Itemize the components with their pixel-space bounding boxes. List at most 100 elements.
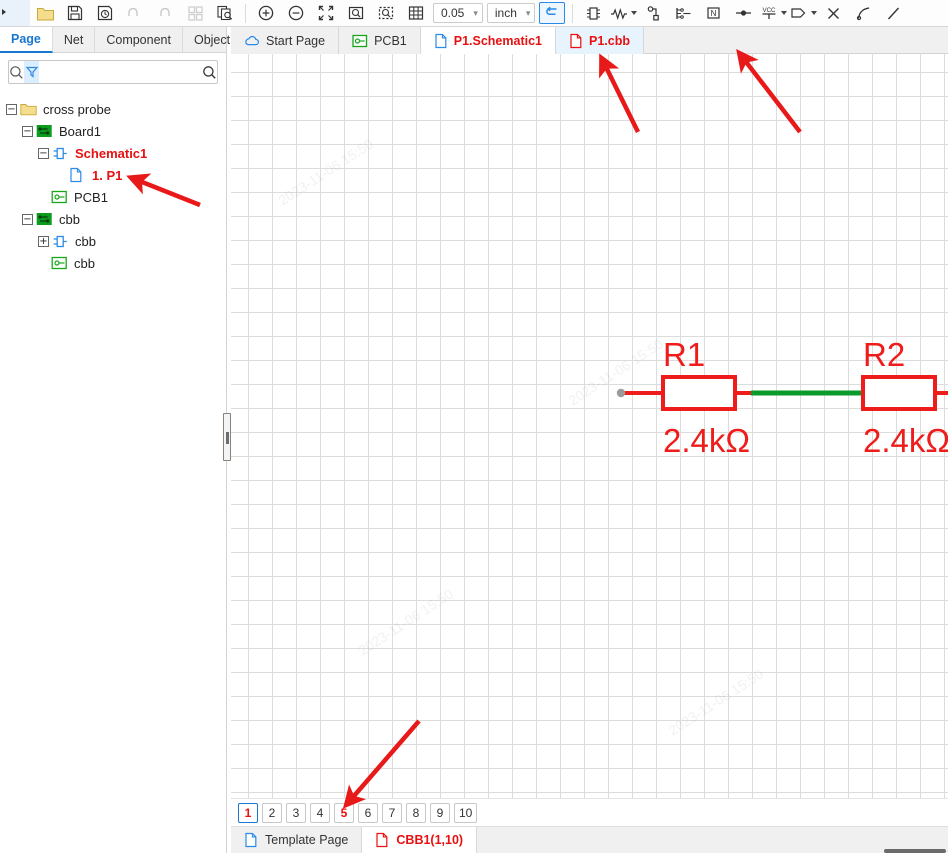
page-button-2[interactable]: 2	[262, 802, 282, 823]
search-bar	[8, 60, 218, 84]
route-mode-button[interactable]	[537, 0, 567, 26]
cbb-doc-icon	[570, 33, 582, 48]
pcb-icon	[352, 34, 368, 47]
place-power-button[interactable]: VCC	[758, 0, 788, 26]
page-button-7[interactable]: 7	[382, 802, 402, 823]
zoom-selection-icon	[348, 6, 364, 20]
curve-icon	[856, 6, 870, 20]
schematic-drawing: R1 2.4kΩ R2 2.4kΩ	[616, 336, 948, 459]
tree-expander-collapse[interactable]: −	[22, 213, 33, 225]
toolbar-separator	[245, 3, 246, 23]
tab-pcb1[interactable]: PCB1	[339, 27, 421, 54]
tab-label: Start Page	[266, 33, 326, 48]
tab-p1-schematic1[interactable]: P1.Schematic1	[420, 27, 556, 54]
bottom-tab-label: CBB1(1,10)	[396, 833, 464, 847]
page-button-10[interactable]: 10	[454, 802, 478, 823]
tree-item-label: 1. P1	[92, 167, 123, 183]
tab-label: P1.Schematic1	[453, 33, 542, 48]
panel-tab-label: Page	[11, 32, 41, 46]
bottom-tab-template-page[interactable]: Template Page	[231, 826, 363, 853]
save-as-button[interactable]	[90, 0, 120, 26]
tree-item-schematic1[interactable]: − Schematic1	[0, 142, 226, 164]
panel-tab-page[interactable]: Page	[0, 27, 53, 53]
search-icon-left[interactable]	[9, 61, 24, 83]
grid-squares-icon	[187, 5, 203, 21]
tree-item-label: cbb	[59, 211, 80, 227]
tree-item-pcb1[interactable]: PCB1	[0, 186, 226, 208]
place-component-button[interactable]	[578, 0, 608, 26]
place-no-connect-button[interactable]	[818, 0, 848, 26]
page-button-9[interactable]: 9	[430, 802, 450, 823]
schematic-doc-icon	[435, 33, 447, 48]
page-button-3[interactable]: 3	[286, 802, 306, 823]
page-button-8[interactable]: 8	[406, 802, 426, 823]
panel-layout-button[interactable]	[180, 0, 210, 26]
save-button[interactable]	[60, 0, 90, 26]
page-number-bar: 1 2 3 4 5 6 7 8 9 10	[231, 798, 948, 826]
search-input[interactable]	[39, 62, 202, 82]
route-back-icon	[546, 6, 557, 15]
search-submit-button[interactable]	[202, 61, 217, 83]
open-project-button[interactable]	[30, 0, 60, 26]
panel-splitter-handle[interactable]	[223, 413, 231, 461]
toolbar-overflow-caret[interactable]	[0, 0, 30, 26]
place-line-button[interactable]	[878, 0, 908, 26]
folder-icon	[36, 7, 54, 20]
tree-item-label: Board1	[59, 123, 101, 139]
tree-item-board1[interactable]: − Board1	[0, 120, 226, 142]
panel-tab-net[interactable]: Net	[53, 27, 96, 53]
find-similar-button[interactable]	[210, 0, 240, 26]
save-icon	[67, 5, 83, 21]
panel-tab-component[interactable]: Component	[95, 27, 183, 53]
place-junction-button[interactable]	[728, 0, 758, 26]
redo-button[interactable]	[150, 0, 180, 26]
place-bus-button[interactable]	[668, 0, 698, 26]
tree-expander-collapse[interactable]: −	[22, 125, 33, 137]
place-curve-button[interactable]	[848, 0, 878, 26]
unit-select[interactable]: inch ▾	[486, 3, 536, 23]
place-netlabel-button[interactable]: N	[698, 0, 728, 26]
page-icon-red	[376, 832, 388, 848]
filter-button[interactable]	[24, 61, 39, 83]
bottom-tab-label: Template Page	[265, 833, 349, 847]
filter-icon	[25, 66, 38, 78]
schematic-icon	[52, 233, 71, 249]
bottom-tab-bar: Template Page CBB1(1,10)	[231, 826, 948, 853]
tree-item-p1[interactable]: 1. P1	[0, 164, 226, 186]
grid-size-select[interactable]: 0.05 ▾	[433, 3, 483, 23]
bottom-tab-cbb1[interactable]: CBB1(1,10)	[362, 826, 478, 853]
tree-expander-collapse[interactable]: −	[38, 147, 49, 159]
horizontal-scrollbar[interactable]	[884, 849, 946, 853]
zoom-out-button[interactable]	[281, 0, 311, 26]
pcb-icon	[51, 189, 70, 205]
page-icon	[69, 167, 88, 183]
toggle-grid-button[interactable]	[401, 0, 431, 26]
tree-item-cross-probe[interactable]: − cross probe	[0, 98, 226, 120]
page-button-4[interactable]: 4	[310, 802, 330, 823]
zoom-area-button[interactable]	[371, 0, 401, 26]
tab-start-page[interactable]: Start Page	[231, 27, 340, 54]
chevron-down-icon	[811, 11, 818, 15]
page-button-5[interactable]: 5	[334, 802, 354, 823]
tree-item-cbb-pcb[interactable]: cbb	[0, 252, 226, 274]
board-icon	[36, 123, 55, 139]
place-wire-button[interactable]	[638, 0, 668, 26]
undo-button[interactable]	[120, 0, 150, 26]
tree-expander-expand[interactable]: +	[38, 235, 49, 247]
editor-tab-bar: Start Page PCB1 P1.Schematic1 P1.cbb	[231, 27, 948, 54]
tab-p1-cbb[interactable]: P1.cbb	[555, 27, 644, 54]
zoom-in-button[interactable]	[251, 0, 281, 26]
schematic-canvas[interactable]: 2023-11-06 15:50 2023-11-06 15:50 2023-1…	[231, 54, 948, 798]
tree-expander-collapse[interactable]: −	[6, 103, 17, 115]
page-button-1[interactable]: 1	[238, 802, 258, 823]
place-resistor-button[interactable]	[608, 0, 638, 26]
tree-item-cbb-board[interactable]: − cbb	[0, 208, 226, 230]
tree-item-cbb-schematic[interactable]: + cbb	[0, 230, 226, 252]
zoom-to-selection-button[interactable]	[341, 0, 371, 26]
page-icon-blue	[245, 832, 257, 848]
fit-to-screen-button[interactable]	[311, 0, 341, 26]
place-port-button[interactable]	[788, 0, 818, 26]
page-button-6[interactable]: 6	[358, 802, 378, 823]
resistor-icon	[610, 8, 627, 20]
panel-tab-label: Component	[106, 33, 171, 47]
